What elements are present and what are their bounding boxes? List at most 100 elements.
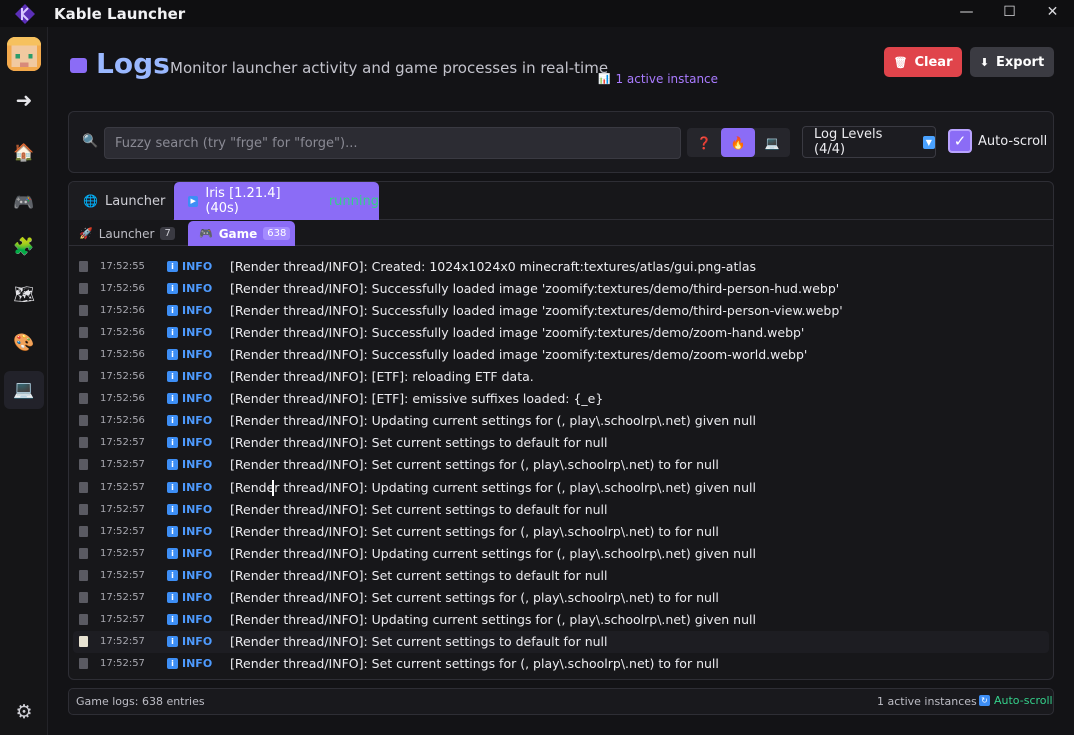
autoscroll-label: Auto-scroll [978,134,1048,149]
log-row[interactable]: 17:52:57 i INFO [Render thread/INFO]: Set c… [73,454,1049,476]
log-message: [Render thread/INFO]: Updating current s… [230,479,756,495]
sidebar-item-settings[interactable]: ⚙ [4,693,44,731]
log-message: [Render thread/INFO]: Successfully loade… [230,302,843,318]
log-row[interactable]: 17:52:56 i INFO [Render thread/INFO]: Succe… [73,299,1049,321]
log-row[interactable]: 17:52:57 i INFO [Render thread/INFO]: Set c… [73,432,1049,454]
arrow-right-icon: ➜ [15,88,33,112]
chart-icon: 📊 [598,73,611,85]
log-row[interactable]: 17:52:56 i INFO [Render thread/INFO]: [ETF]… [73,366,1049,388]
sidebar-item-maps[interactable]: 🗺 [4,276,44,314]
clear-label: Clear [914,54,953,70]
subtab-launcher[interactable]: 🚀 Launcher 7 [79,221,175,246]
search-mode-group: ❓ 🔥 💻 [687,128,790,157]
title-bar: Kable Launcher — ☐ ✕ [0,0,1074,27]
tab-launcher-label: Launcher [104,193,166,209]
sidebar-item-logs[interactable]: 💻 [4,371,44,409]
log-row[interactable]: 17:52:57 i INFO [Render thread/INFO]: Set c… [73,564,1049,586]
sidebar-item-games[interactable]: 🎮 [4,184,44,222]
folder-icon [70,58,87,73]
active-instance-indicator: 📊 1 active instance [598,72,718,86]
log-timestamp: 17:52:57 [100,437,145,449]
log-row[interactable]: 17:52:57 i INFO [Render thread/INFO]: Set c… [73,587,1049,609]
log-message: [Render thread/INFO]: Updating current s… [230,545,756,561]
search-input[interactable] [104,127,681,159]
help-mode-button[interactable]: ❓ [687,128,721,157]
log-row[interactable]: 17:52:55 i INFO [Render thread/INFO]: Creat… [73,255,1049,277]
log-level: INFO [182,591,213,604]
document-icon [79,348,88,360]
info-icon: i [167,415,178,427]
log-list[interactable]: 17:52:55 i INFO [Render thread/INFO]: Creat… [69,246,1053,679]
log-timestamp: 17:52:57 [100,614,145,626]
log-row[interactable]: 17:52:56 i INFO [Render thread/INFO]: Succe… [73,321,1049,343]
log-row[interactable]: 17:52:57 i INFO [Render thread/INFO]: Updat… [73,542,1049,564]
minimize-button[interactable]: — [945,0,988,24]
log-level: INFO [182,546,213,560]
laptop-icon: 💻 [764,135,780,150]
map-icon: 🗺 [13,285,35,305]
info-icon: i [167,503,178,515]
log-message: [Render thread/INFO]: Set current settin… [230,457,719,473]
sidebar-item-collapse[interactable]: ➜ [4,81,44,119]
log-row[interactable]: 17:52:56 i INFO [Render thread/INFO]: Succe… [73,343,1049,365]
log-level: INFO [182,436,213,450]
status-instances: 1 active instances [877,695,977,708]
log-timestamp: 17:52:56 [100,282,145,294]
log-level: INFO [182,524,213,538]
info-icon: i [167,481,178,493]
autoscroll-checkbox[interactable]: ✓ [948,129,972,153]
status-autoscroll[interactable]: ↻ Auto-scroll [979,694,1053,707]
sidebar-item-home[interactable]: 🏠 [4,134,44,172]
sidebar-item-themes[interactable]: 🎨 [4,324,44,362]
log-levels-dropdown[interactable]: Log Levels (4/4) ▼ [802,126,936,158]
log-timestamp: 17:52:57 [100,459,145,471]
info-icon: i [167,636,178,648]
fuzzy-mode-button[interactable]: 🔥 [721,128,755,157]
log-row[interactable]: 17:52:57 i INFO [Render thread/INFO]: Set c… [73,653,1049,675]
log-row[interactable]: 17:52:56 i INFO [Render thread/INFO]: [ETF]… [73,388,1049,410]
document-icon [79,437,88,449]
log-message: [Render thread/INFO]: [ETF]: reloading E… [230,369,534,384]
log-timestamp: 17:52:57 [100,569,145,581]
log-level: INFO [182,635,213,649]
log-row[interactable]: 17:52:57 i INFO [Render thread/INFO]: Updat… [73,609,1049,631]
log-message: [Render thread/INFO]: Set current settin… [230,567,608,583]
log-source-tabs: 🚀 Launcher 7 🎮 Game 638 [69,221,1053,246]
maximize-button[interactable]: ☐ [988,0,1031,24]
log-row[interactable]: 17:52:56 i INFO [Render thread/INFO]: Updat… [73,410,1049,432]
play-icon: ▶ [188,195,199,207]
avatar[interactable] [7,37,41,71]
export-button[interactable]: ⬇ Export [970,47,1054,77]
info-icon: i [167,371,178,382]
log-levels-label: Log Levels (4/4) [814,127,883,157]
sidebar-item-mods[interactable]: 🧩 [4,228,44,266]
tab-launcher[interactable]: 🌐 Launcher [69,182,173,220]
subtab-game[interactable]: 🎮 Game 638 [188,221,295,246]
log-message: [Render thread/INFO]: Created: 1024x1024… [230,258,756,274]
document-icon [79,371,88,382]
running-status: running [328,193,379,209]
search-icon: 🔍 [82,134,99,149]
log-timestamp: 17:52:57 [100,658,145,670]
log-message: [Render thread/INFO]: [ETF]: emissive su… [230,391,604,407]
log-level: INFO [182,414,213,428]
log-row[interactable]: 17:52:57 i INFO [Render thread/INFO]: Set c… [73,498,1049,520]
status-entry-count: Game logs: 638 entries [76,695,205,708]
log-row[interactable]: 17:52:57 i INFO [Render thread/INFO]: Set c… [73,630,1049,653]
document-icon [79,547,88,559]
log-message: [Render thread/INFO]: Set current settin… [230,634,608,650]
log-row[interactable]: 17:52:57 i INFO [Render thread/INFO]: Updat… [73,476,1049,498]
log-level: INFO [182,347,213,361]
close-button[interactable]: ✕ [1031,0,1074,24]
log-row[interactable]: 17:52:56 i INFO [Render thread/INFO]: Succe… [73,277,1049,299]
clear-button[interactable]: 🗑 Clear [884,47,962,77]
terminal-mode-button[interactable]: 💻 [755,128,789,157]
log-timestamp: 17:52:56 [100,326,145,338]
subtab-launcher-label: Launcher [98,226,155,241]
document-icon [79,282,88,294]
document-icon [79,569,88,581]
info-icon: i [167,525,178,537]
tab-iris-instance[interactable]: ▶ Iris [1.21.4] (40s) running [174,182,379,220]
document-icon [79,304,88,316]
log-row[interactable]: 17:52:57 i INFO [Render thread/INFO]: Set c… [73,520,1049,542]
